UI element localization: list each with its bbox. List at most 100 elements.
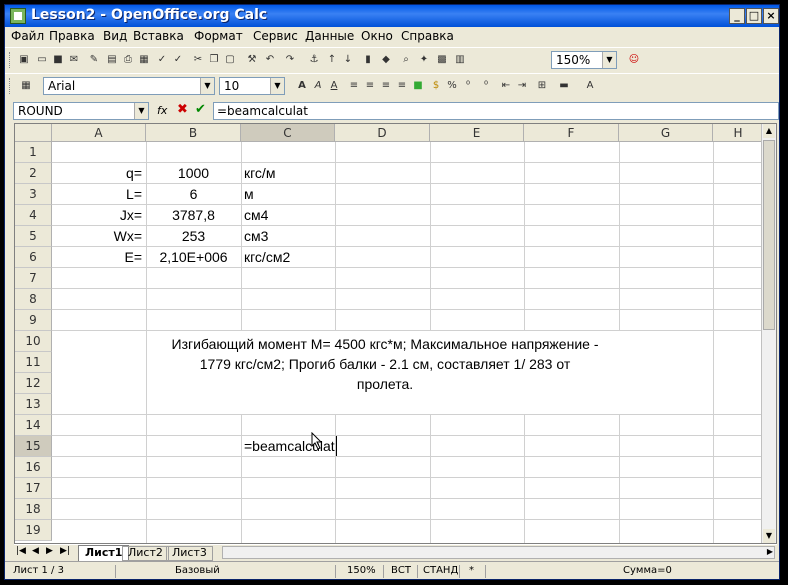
menu-format[interactable]: Формат: [194, 29, 243, 43]
status-zoom[interactable]: 150%: [347, 565, 376, 576]
formula-input[interactable]: =beamcalculat: [213, 102, 779, 120]
zoom-combo[interactable]: 150% ▼: [551, 51, 617, 69]
spreadsheet-grid[interactable]: A B C D E F G H 1 2 3 4 5 6 7 8 9 10 11 …: [14, 123, 777, 544]
row-header-4[interactable]: 4: [15, 205, 52, 226]
menu-tools[interactable]: Сервис: [253, 29, 298, 43]
undo-icon[interactable]: ↶: [263, 53, 277, 67]
maximize-button[interactable]: □: [746, 8, 762, 24]
last-sheet-icon[interactable]: ▶|: [60, 546, 70, 556]
font-name-combo[interactable]: Arial ▼: [43, 77, 215, 95]
row-header-13[interactable]: 13: [15, 394, 52, 415]
scroll-up-icon[interactable]: ▲: [763, 124, 775, 138]
select-all-corner[interactable]: [15, 124, 52, 142]
menu-file[interactable]: Файл: [11, 29, 44, 43]
cell-b5[interactable]: 253: [146, 226, 241, 246]
redo-icon[interactable]: ↷: [283, 53, 297, 67]
prev-sheet-icon[interactable]: ◀: [32, 546, 39, 556]
add-decimal-icon[interactable]: ⁰: [479, 79, 493, 93]
row-header-5[interactable]: 5: [15, 226, 52, 247]
toolbar-grip[interactable]: [9, 52, 13, 68]
cell-b6[interactable]: 2,10E+006: [146, 247, 241, 267]
minimize-button[interactable]: _: [729, 8, 745, 24]
cell-a2[interactable]: q=: [52, 163, 142, 183]
borders-icon[interactable]: ⊞: [535, 79, 549, 93]
row-header-2[interactable]: 2: [15, 163, 52, 184]
number-format-icon[interactable]: ⁰: [461, 79, 475, 93]
italic-icon[interactable]: A: [311, 79, 325, 93]
row-header-9[interactable]: 9: [15, 310, 52, 331]
horizontal-scrollbar[interactable]: ▶: [222, 546, 775, 559]
email-icon[interactable]: ✉: [67, 53, 81, 67]
print-preview-icon[interactable]: ▦: [137, 53, 151, 67]
spellcheck-icon[interactable]: ✓: [155, 53, 169, 67]
font-color-icon[interactable]: A: [583, 79, 597, 93]
toolbar-grip[interactable]: [9, 78, 13, 94]
scroll-down-icon[interactable]: ▼: [763, 529, 775, 543]
chevron-down-icon[interactable]: ▼: [200, 78, 214, 94]
first-sheet-icon[interactable]: |◀: [16, 546, 26, 556]
scroll-right-icon[interactable]: ▶: [767, 547, 773, 556]
cell-c3[interactable]: м: [244, 184, 254, 204]
row-header-16[interactable]: 16: [15, 457, 52, 478]
merge-cells-icon[interactable]: ■: [411, 79, 425, 93]
column-header-e[interactable]: E: [430, 124, 524, 142]
row-header-14[interactable]: 14: [15, 415, 52, 436]
show-draw-functions-icon[interactable]: ◆: [379, 53, 393, 67]
autospellcheck-icon[interactable]: ✓: [171, 53, 185, 67]
row-header-18[interactable]: 18: [15, 499, 52, 520]
align-right-icon[interactable]: ≡: [379, 79, 393, 93]
menu-data[interactable]: Данные: [305, 29, 354, 43]
row-header-10[interactable]: 10: [15, 331, 52, 352]
paste-icon[interactable]: ▢: [223, 53, 237, 67]
cell-a3[interactable]: L=: [52, 184, 142, 204]
font-size-combo[interactable]: 10 ▼: [219, 77, 285, 95]
styles-formatting-icon[interactable]: ▦: [19, 79, 33, 93]
currency-icon[interactable]: $: [429, 79, 443, 93]
cell-c5[interactable]: см3: [244, 226, 268, 246]
background-color-icon[interactable]: ▬: [557, 79, 571, 93]
gallery-icon[interactable]: ▩: [435, 53, 449, 67]
menu-edit[interactable]: Правка: [49, 29, 95, 43]
save-icon[interactable]: ■: [51, 53, 65, 67]
column-header-c[interactable]: C: [241, 124, 335, 142]
chevron-down-icon[interactable]: ▼: [270, 78, 284, 94]
percent-icon[interactable]: %: [445, 79, 459, 93]
menu-help[interactable]: Справка: [401, 29, 454, 43]
export-pdf-icon[interactable]: ▤: [105, 53, 119, 67]
insert-chart-icon[interactable]: ▮: [361, 53, 375, 67]
print-icon[interactable]: ⎙: [121, 53, 135, 67]
column-header-g[interactable]: G: [619, 124, 713, 142]
row-header-19[interactable]: 19: [15, 520, 52, 541]
align-center-icon[interactable]: ≡: [363, 79, 377, 93]
menu-window[interactable]: Окно: [361, 29, 393, 43]
status-selection-mode[interactable]: СТАНД: [423, 565, 458, 576]
column-header-d[interactable]: D: [335, 124, 430, 142]
function-wizard-icon[interactable]: fx: [157, 104, 167, 117]
row-header-15[interactable]: 15: [15, 436, 52, 457]
new-document-icon[interactable]: ▣: [17, 53, 31, 67]
hyperlink-icon[interactable]: ⚓: [307, 53, 321, 67]
row-header-17[interactable]: 17: [15, 478, 52, 499]
sheet-tab-3[interactable]: Лист3: [166, 546, 213, 561]
status-page-style[interactable]: Базовый: [175, 565, 220, 576]
cell-b4[interactable]: 3787,8: [146, 205, 241, 225]
cell-c6[interactable]: кгс/см2: [244, 247, 290, 267]
open-icon[interactable]: ▭: [35, 53, 49, 67]
navigator-icon[interactable]: ✦: [417, 53, 431, 67]
cell-b2[interactable]: 1000: [146, 163, 241, 183]
format-paintbrush-icon[interactable]: ⚒: [245, 53, 259, 67]
accept-icon[interactable]: ✔: [195, 102, 206, 117]
copy-icon[interactable]: ❐: [207, 53, 221, 67]
column-header-a[interactable]: A: [52, 124, 146, 142]
row-header-8[interactable]: 8: [15, 289, 52, 310]
row-header-3[interactable]: 3: [15, 184, 52, 205]
row-header-11[interactable]: 11: [15, 352, 52, 373]
cell-c2[interactable]: кгс/м: [244, 163, 275, 183]
cell-a6[interactable]: E=: [52, 247, 142, 267]
menu-insert[interactable]: Вставка: [133, 29, 184, 43]
cell-c4[interactable]: см4: [244, 205, 268, 225]
cell-b3[interactable]: 6: [146, 184, 241, 204]
cell-a4[interactable]: Jx=: [52, 205, 142, 225]
name-box[interactable]: ROUND ▼: [13, 102, 149, 120]
find-replace-icon[interactable]: ⌕: [399, 53, 413, 67]
